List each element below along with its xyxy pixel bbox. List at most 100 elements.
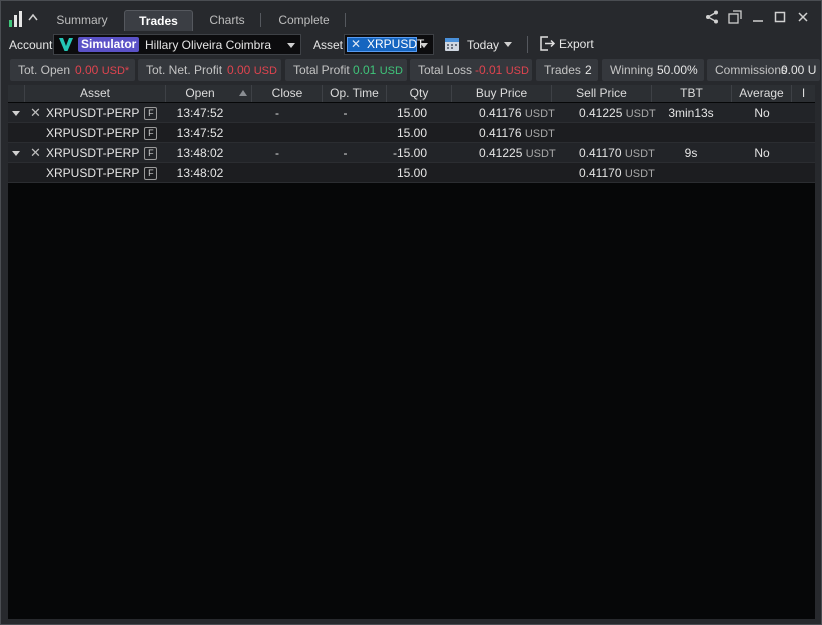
cell-op-time: - — [343, 146, 348, 160]
stat-value: 0.00 USD — [227, 63, 277, 77]
expand-caret-icon[interactable] — [12, 151, 20, 156]
toolbar-divider — [527, 36, 528, 53]
column-header-average[interactable]: Average — [732, 85, 792, 102]
cell-qty: 15.00 — [396, 126, 427, 140]
stat-label: Commissions — [715, 63, 788, 77]
cell-open: 13:48:02 — [176, 166, 224, 180]
asset-chip-label: XRPUSDT — [367, 37, 425, 51]
cell-average: No — [754, 146, 770, 160]
cell-op-time: - — [343, 106, 348, 120]
stat-winning: Winning 50.00% — [602, 59, 704, 81]
stat-label: Tot. Open — [18, 63, 71, 77]
table-row[interactable]: ✕ XRPUSDT-PERP F 13:48:02 - - -15.00 0.41… — [8, 143, 815, 163]
remove-x-icon[interactable]: ✕ — [30, 103, 41, 122]
asset-select[interactable]: ✕ XRPUSDT — [344, 34, 434, 55]
stat-label: Trades — [544, 63, 581, 77]
tab-bar: Summary Trades Charts Complete — [1, 1, 821, 31]
export-icon[interactable] — [539, 35, 556, 52]
chevron-down-icon[interactable] — [504, 42, 512, 47]
cell-close: - — [275, 106, 279, 120]
cell-buy-price: 0.41176 USDT — [479, 106, 555, 120]
stat-label: Tot. Net. Profit — [146, 63, 223, 77]
minimize-icon[interactable] — [750, 9, 766, 25]
stat-total-profit: Total Profit 0.01 USD — [285, 59, 407, 81]
stat-commissions: Commissions 0.00 U — [707, 59, 820, 81]
table-header: Asset Open Close Op. Time Qty Buy Price … — [8, 85, 815, 102]
remove-asset-icon[interactable]: ✕ — [351, 38, 361, 51]
chevron-down-icon[interactable] — [287, 43, 295, 48]
tab-trades[interactable]: Trades — [124, 10, 193, 31]
stat-value: 2 — [585, 63, 592, 77]
cell-tbt: 3min13s — [668, 106, 714, 120]
maximize-icon[interactable] — [772, 9, 788, 25]
cell-asset: XRPUSDT-PERP F — [46, 163, 158, 183]
period-select[interactable]: Today — [467, 38, 499, 52]
cell-buy-price: 0.41225 USDT — [479, 146, 556, 160]
table-row[interactable]: XRPUSDT-PERP F 13:48:02 15.00 0.41170 USD… — [8, 163, 815, 183]
cell-average: No — [754, 106, 770, 120]
cell-open: 13:48:02 — [176, 146, 224, 160]
table-row[interactable]: ✕ XRPUSDT-PERP F 13:47:52 - - 15.00 0.411… — [8, 103, 815, 123]
futures-badge: F — [144, 147, 158, 160]
cell-asset: XRPUSDT-PERP F — [46, 143, 158, 163]
trades-table: Asset Open Close Op. Time Qty Buy Price … — [8, 85, 815, 619]
sort-asc-icon[interactable] — [234, 85, 252, 102]
stats-bar: Tot. Open 0.00 USD* Tot. Net. Profit 0.0… — [1, 59, 821, 81]
stat-label: Total Loss — [418, 63, 473, 77]
tab-divider — [345, 13, 346, 27]
cell-open: 13:47:52 — [176, 126, 224, 140]
column-header-buy-price[interactable]: Buy Price — [452, 85, 552, 102]
stat-label: Winning — [610, 63, 654, 77]
tab-complete[interactable]: Complete — [263, 10, 345, 31]
stat-trades: Trades 2 — [536, 59, 598, 81]
cell-tbt: 9s — [684, 146, 698, 160]
cell-qty: 15.00 — [396, 166, 427, 180]
column-header-tbt[interactable]: TBT — [652, 85, 732, 102]
stat-value: -0.01 USD — [475, 63, 529, 77]
expand-caret-icon[interactable] — [12, 111, 20, 116]
futures-badge: F — [144, 127, 158, 140]
cell-qty: 15.00 — [396, 106, 427, 120]
chevron-down-icon[interactable] — [420, 43, 428, 48]
stat-value: 0.00 U — [781, 63, 817, 77]
column-header-op-time[interactable]: Op. Time — [323, 85, 387, 102]
cell-close: - — [275, 146, 279, 160]
close-icon[interactable] — [795, 9, 811, 25]
app-logo-icon[interactable] — [9, 9, 39, 27]
table-row[interactable]: XRPUSDT-PERP F 13:47:52 15.00 0.41176 USD… — [8, 123, 815, 143]
cell-open: 13:47:52 — [176, 106, 224, 120]
remove-x-icon[interactable]: ✕ — [30, 143, 41, 162]
stat-value: 50.00% — [657, 63, 698, 77]
account-select[interactable]: Simulator Hillary Oliveira Coimbra — [53, 34, 301, 55]
filter-toolbar: Account Simulator Hillary Oliveira Coimb… — [1, 31, 821, 57]
cell-asset: XRPUSDT-PERP F — [46, 123, 158, 143]
cell-asset: XRPUSDT-PERP F — [46, 103, 158, 123]
stat-total-loss: Total Loss -0.01 USD — [410, 59, 532, 81]
cell-qty: -15.00 — [392, 146, 427, 160]
futures-badge: F — [144, 167, 158, 180]
account-name: Hillary Oliveira Coimbra — [145, 38, 272, 52]
stat-value: 0.00 USD* — [75, 63, 130, 77]
column-header-open[interactable]: Open — [166, 85, 234, 102]
export-button[interactable]: Export — [559, 37, 594, 51]
column-header-more[interactable]: I — [792, 85, 815, 102]
tab-charts[interactable]: Charts — [195, 10, 259, 31]
asset-chip[interactable]: ✕ XRPUSDT — [347, 37, 424, 52]
cell-buy-price: 0.41176 USDT — [479, 126, 555, 140]
column-header-asset[interactable]: Asset — [25, 85, 166, 102]
broker-logo-icon — [59, 38, 73, 51]
column-header-close[interactable]: Close — [252, 85, 323, 102]
cell-sell-price: 0.41170 USDT — [579, 166, 655, 180]
stat-value: 0.01 USD — [353, 63, 403, 77]
column-header-qty[interactable]: Qty — [387, 85, 452, 102]
simulator-badge: Simulator — [78, 37, 140, 52]
asset-label: Asset — [313, 38, 344, 52]
calendar-icon[interactable] — [444, 36, 460, 52]
futures-badge: F — [144, 107, 158, 120]
column-header-expand — [8, 85, 25, 102]
popout-icon[interactable] — [727, 9, 743, 25]
stat-net-profit: Tot. Net. Profit 0.00 USD — [138, 59, 281, 81]
share-icon[interactable] — [704, 9, 720, 25]
column-header-sell-price[interactable]: Sell Price — [552, 85, 652, 102]
tab-summary[interactable]: Summary — [45, 10, 119, 31]
